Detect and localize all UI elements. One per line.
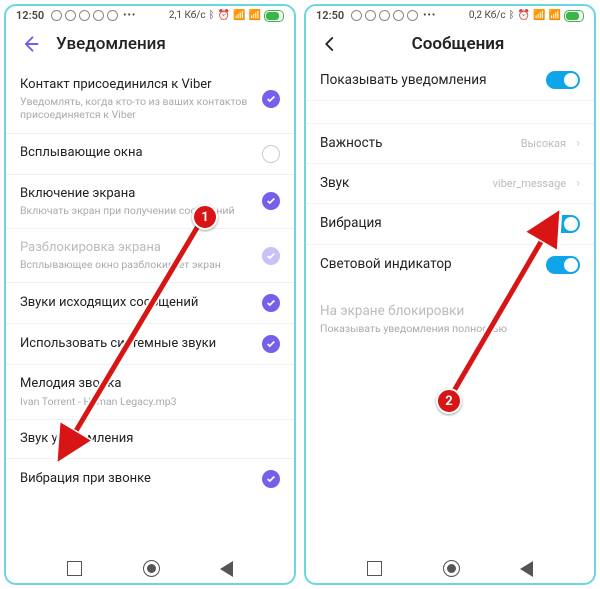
- status-dot-icon: [107, 10, 118, 21]
- row-screen-on[interactable]: Включение экрана Включать экран при полу…: [6, 174, 294, 228]
- status-time: 12:50: [16, 9, 44, 22]
- status-ellipsis-icon: •••: [123, 10, 136, 21]
- status-dot-icon: [365, 10, 376, 21]
- row-title: Всплывающие окна: [20, 145, 252, 161]
- row-value: viber_message: [493, 177, 567, 190]
- nav-home-icon[interactable]: [143, 560, 160, 577]
- status-dot-icon: [407, 10, 418, 21]
- row-title: Важность: [320, 135, 511, 152]
- row-ringtone[interactable]: Мелодия звонка Ivan Torrent - Human Lega…: [6, 364, 294, 418]
- status-dot-icon: [351, 10, 362, 21]
- net-speed: 0,2 Кб/с: [469, 10, 506, 21]
- row-title: Световой индикатор: [320, 256, 536, 273]
- checkmark-icon[interactable]: [262, 192, 280, 210]
- chevron-right-icon: ›: [576, 176, 580, 191]
- statusbar: 12:50 ••• 2,1 Кб/с ᛒ ⏰ 📶 📶: [6, 6, 294, 24]
- row-popup-windows[interactable]: Всплывающие окна: [6, 133, 294, 174]
- row-subtitle: Ivan Torrent - Human Legacy.mp3: [20, 395, 280, 408]
- row-system-sounds[interactable]: Использовать системные звуки: [6, 323, 294, 364]
- status-dot-icon: [393, 10, 404, 21]
- status-dot-icon: [379, 10, 390, 21]
- alarm-icon: ⏰: [218, 10, 230, 21]
- statusbar: 12:50 ••• 0,2 Кб/с ᛒ ⏰ 📶 📶: [306, 6, 594, 24]
- signal-icon: 📶: [233, 10, 245, 21]
- row-sound[interactable]: Звук viber_message ›: [306, 163, 594, 203]
- status-dot-icon: [65, 10, 76, 21]
- header: Уведомления: [6, 24, 294, 66]
- checkmark-icon: [262, 247, 280, 265]
- settings-list[interactable]: Контакт присоединился к Viber Уведомлять…: [6, 66, 294, 552]
- phone-right: 12:50 ••• 0,2 Кб/с ᛒ ⏰ 📶 📶 Сообщения Пок…: [304, 4, 596, 585]
- row-value: Высокая: [521, 137, 566, 150]
- wifi-icon: 📶: [249, 10, 261, 21]
- row-title: Звук уведомления: [20, 431, 280, 447]
- status-dot-icon: [93, 10, 104, 21]
- toggle-on-icon[interactable]: [546, 256, 580, 274]
- checkmark-icon[interactable]: [262, 90, 280, 108]
- row-subtitle: Показывать уведомления полностью: [320, 322, 580, 335]
- checkmark-icon[interactable]: [262, 294, 280, 312]
- row-vibrate-on-call[interactable]: Вибрация при звонке: [6, 458, 294, 499]
- row-title: Вибрация при звонке: [20, 471, 252, 487]
- row-title: Мелодия звонка: [20, 376, 280, 392]
- row-subtitle: Включать экран при получении сообщений: [20, 204, 252, 217]
- toggle-on-icon[interactable]: [546, 71, 580, 89]
- row-title: Разблокировка экрана: [20, 240, 252, 256]
- row-title: Звук: [320, 175, 483, 192]
- row-importance[interactable]: Важность Высокая ›: [306, 123, 594, 163]
- row-title: Использовать системные звуки: [20, 336, 252, 352]
- row-contact-joined[interactable]: Контакт присоединился к Viber Уведомлять…: [6, 66, 294, 133]
- radio-empty-icon[interactable]: [262, 145, 280, 163]
- row-title: Включение экрана: [20, 186, 252, 202]
- phone-left: 12:50 ••• 2,1 Кб/с ᛒ ⏰ 📶 📶 Уведомления К…: [4, 4, 296, 585]
- status-time: 12:50: [316, 9, 344, 22]
- row-title: Вибрация: [320, 215, 536, 232]
- row-subtitle: Всплывающее окно разблокирует экран: [20, 258, 252, 271]
- page-title: Уведомления: [56, 34, 166, 54]
- settings-list[interactable]: Показывать уведомления Важность Высокая …: [306, 60, 594, 552]
- checkmark-icon[interactable]: [262, 335, 280, 353]
- row-subtitle: Уведомлять, когда кто-то из ваших контак…: [20, 95, 252, 121]
- header: Сообщения: [306, 24, 594, 60]
- android-navbar: [306, 552, 594, 583]
- row-unlock-screen: Разблокировка экрана Всплывающее окно ра…: [6, 228, 294, 282]
- row-title: На экране блокировки: [320, 303, 580, 320]
- signal-icon: 📶: [533, 10, 545, 21]
- nav-back-icon[interactable]: [520, 561, 533, 577]
- row-vibration[interactable]: Вибрация: [306, 203, 594, 244]
- row-light-indicator[interactable]: Световой индикатор: [306, 244, 594, 285]
- net-speed: 2,1 Кб/с: [169, 10, 206, 21]
- android-navbar: [6, 552, 294, 583]
- page-title: Сообщения: [336, 34, 580, 54]
- row-outgoing-sounds[interactable]: Звуки исходящих сообщений: [6, 282, 294, 323]
- wifi-icon: 📶: [549, 10, 561, 21]
- status-ellipsis-icon: •••: [423, 10, 436, 21]
- nav-recents-icon[interactable]: [367, 561, 382, 576]
- row-show-notifications[interactable]: Показывать уведомления: [306, 60, 594, 100]
- nav-recents-icon[interactable]: [67, 561, 82, 576]
- back-arrow-icon[interactable]: [20, 34, 40, 54]
- row-title: Контакт присоединился к Viber: [20, 77, 252, 93]
- status-dot-icon: [79, 10, 90, 21]
- row-lock-screen: На экране блокировки Показывать уведомле…: [306, 285, 594, 346]
- bluetooth-icon: ᛒ: [509, 10, 515, 21]
- battery-icon: [264, 10, 284, 22]
- toggle-on-icon[interactable]: [546, 215, 580, 233]
- row-title: Звуки исходящих сообщений: [20, 295, 252, 311]
- section-divider: [306, 100, 594, 123]
- chevron-right-icon: ›: [576, 136, 580, 151]
- checkmark-icon[interactable]: [262, 470, 280, 488]
- row-notification-sound[interactable]: Звук уведомления: [6, 419, 294, 458]
- nav-home-icon[interactable]: [443, 560, 460, 577]
- row-title: Показывать уведомления: [320, 72, 536, 89]
- status-dot-icon: [51, 10, 62, 21]
- bluetooth-icon: ᛒ: [209, 10, 215, 21]
- battery-icon: [564, 10, 584, 22]
- alarm-icon: ⏰: [518, 10, 530, 21]
- nav-back-icon[interactable]: [220, 561, 233, 577]
